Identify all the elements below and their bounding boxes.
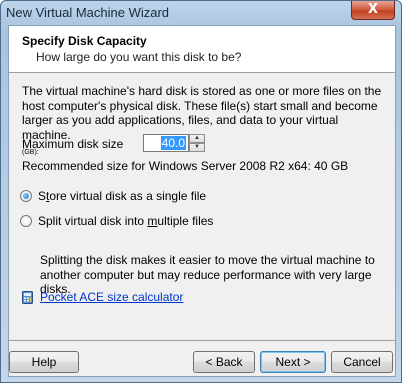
single-file-option[interactable]: Store virtual disk as a single file	[20, 189, 206, 203]
next-button[interactable]: Next >	[260, 351, 326, 373]
title-bar[interactable]: New Virtual Machine Wizard X	[1, 1, 401, 24]
close-button[interactable]: X	[351, 1, 395, 20]
window-title: New Virtual Machine Wizard	[6, 5, 170, 20]
calculator-link-text[interactable]: Pocket ACE size calculator	[40, 290, 183, 304]
single-file-radio[interactable]	[20, 190, 32, 202]
disk-size-stepper: ▲ ▼	[189, 134, 205, 152]
wizard-window: New Virtual Machine Wizard X Specify Dis…	[0, 0, 402, 383]
wizard-footer: Help < Back Next > Cancel	[9, 340, 395, 377]
calculator-link[interactable]: Pocket ACE size calculator	[22, 290, 183, 304]
multiple-files-label: Split virtual disk into multiple files	[38, 214, 214, 228]
disk-size-value: 40.0	[160, 136, 186, 150]
page-title: Specify Disk Capacity	[22, 34, 147, 48]
up-arrow-icon[interactable]: ▲	[189, 134, 205, 143]
page-subtitle: How large do you want this disk to be?	[36, 50, 242, 64]
single-file-label: Store virtual disk as a single file	[38, 189, 207, 203]
down-arrow-icon[interactable]: ▼	[189, 143, 205, 152]
recommended-size: Recommended size for Windows Server 2008…	[22, 159, 349, 173]
calculator-icon	[22, 290, 33, 304]
back-button[interactable]: < Back	[193, 351, 255, 373]
help-button[interactable]: Help	[9, 351, 79, 373]
disk-size-input[interactable]: 40.0	[143, 134, 189, 152]
multiple-files-radio[interactable]	[20, 215, 32, 227]
wizard-client-area: Specify Disk Capacity How large do you w…	[8, 25, 396, 377]
wizard-header: Specify Disk Capacity How large do you w…	[9, 26, 395, 73]
cancel-button[interactable]: Cancel	[331, 351, 393, 373]
disk-size-unit: (GB):	[22, 149, 39, 156]
multiple-files-option[interactable]: Split virtual disk into multiple files	[20, 214, 213, 228]
